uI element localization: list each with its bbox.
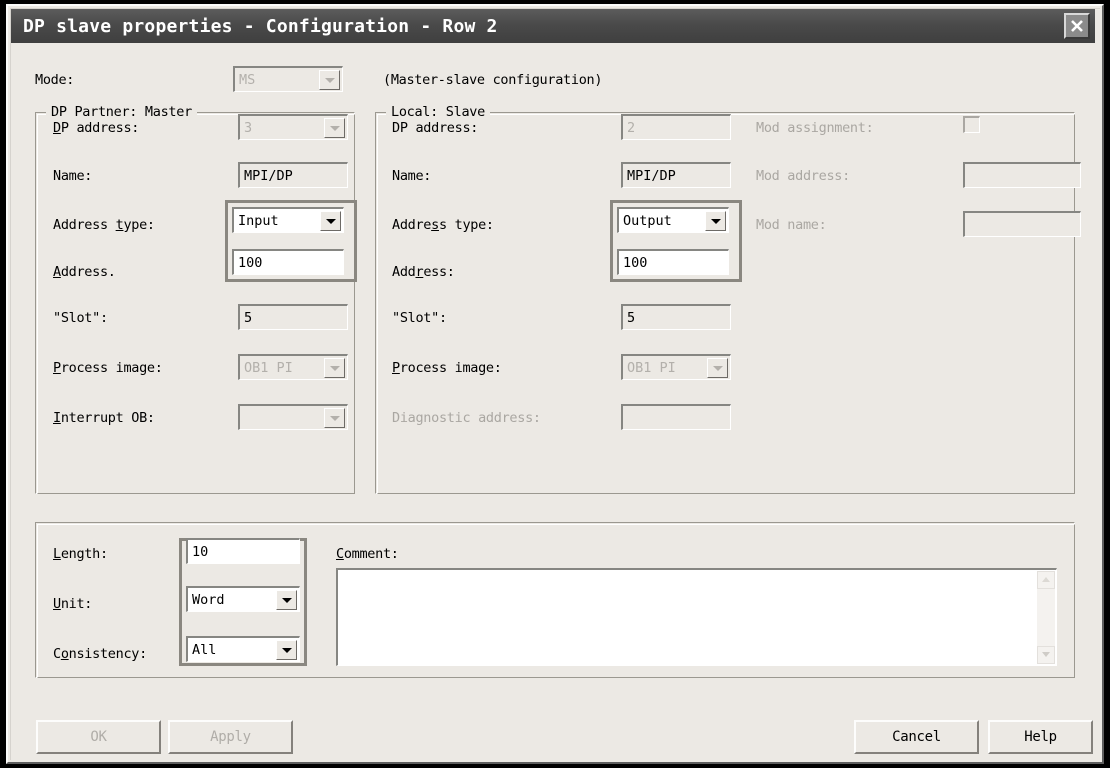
master-dp-address-label: DP address: <box>53 120 140 136</box>
slave-process-image-combo: OB1 PI <box>621 354 731 380</box>
master-process-image-combo: OB1 PI <box>238 354 348 380</box>
unit-label: Unit: <box>53 596 93 612</box>
slave-name-value: MPI/DP <box>627 168 676 184</box>
master-process-image-label: Process image: <box>53 360 163 376</box>
help-button[interactable]: Help <box>988 720 1093 754</box>
slave-address-type-label: Address type: <box>392 217 494 233</box>
mod-assignment-label: Mod assignment: <box>756 120 874 136</box>
master-name-value: MPI/DP <box>244 168 293 184</box>
master-dp-address-value: 3 <box>244 120 253 136</box>
slave-address-field[interactable]: 100 <box>617 249 729 275</box>
consistency-label: Consistency: <box>53 646 147 662</box>
mod-name-field <box>963 211 1081 237</box>
slave-name-label: Name: <box>392 168 432 184</box>
scroll-up-icon[interactable] <box>1037 571 1055 589</box>
mode-combo: MS <box>233 66 343 92</box>
close-button[interactable] <box>1064 13 1090 39</box>
window-title: DP slave properties - Configuration - Ro… <box>23 16 498 37</box>
slave-name-field[interactable]: MPI/DP <box>621 162 731 188</box>
master-name-label: Name: <box>53 168 93 184</box>
cancel-button[interactable]: Cancel <box>854 720 979 754</box>
master-address-field[interactable]: 100 <box>232 249 344 275</box>
chevron-down-icon <box>324 358 345 378</box>
master-address-type-value: Input <box>238 213 279 229</box>
scroll-down-icon[interactable] <box>1037 646 1055 664</box>
slave-dp-address-value: 2 <box>627 120 636 136</box>
mod-address-label: Mod address: <box>756 168 850 184</box>
slave-process-image-label: Process image: <box>392 360 502 376</box>
master-interrupt-ob-label: Interrupt OB: <box>53 410 155 426</box>
chevron-down-icon <box>319 70 340 90</box>
consistency-combo[interactable]: All <box>186 636 300 662</box>
comment-scrollbar[interactable] <box>1037 571 1055 664</box>
mode-hint-text: (Master-slave configuration) <box>383 72 603 88</box>
dialog-client-area: Mode: MS (Master-slave configuration) DP… <box>11 44 1095 755</box>
slave-address-label: Address: <box>392 264 455 280</box>
slave-diagnostic-address-label: Diagnostic address: <box>392 410 541 426</box>
length-field[interactable]: 10 <box>186 538 300 564</box>
slave-slot-label: "Slot": <box>392 310 447 326</box>
chevron-down-icon[interactable] <box>276 590 297 610</box>
ok-button: OK <box>36 720 161 754</box>
slave-address-type-value: Output <box>623 213 672 229</box>
slave-slot-value: 5 <box>627 310 636 326</box>
chevron-down-icon <box>707 358 728 378</box>
slave-dp-address-field: 2 <box>621 114 731 140</box>
chevron-down-icon[interactable] <box>276 640 297 660</box>
mode-label: Mode: <box>35 72 75 88</box>
unit-value: Word <box>192 592 225 608</box>
length-value: 10 <box>192 544 209 560</box>
length-label: Length: <box>53 546 108 562</box>
consistency-value: All <box>192 642 217 658</box>
dp-slave-properties-dialog: DP slave properties - Configuration - Ro… <box>6 4 1104 764</box>
slave-diagnostic-address-field <box>621 404 731 430</box>
mod-address-field <box>963 162 1081 188</box>
unit-combo[interactable]: Word <box>186 586 300 612</box>
master-interrupt-ob-combo <box>238 404 348 430</box>
title-bar: DP slave properties - Configuration - Ro… <box>11 9 1095 43</box>
slave-slot-field[interactable]: 5 <box>621 304 731 330</box>
chevron-down-icon <box>324 118 345 138</box>
slave-address-value: 100 <box>623 255 648 271</box>
master-address-value: 100 <box>238 255 263 271</box>
comment-textarea[interactable] <box>336 568 1057 666</box>
master-dp-address-combo: 3 <box>238 114 348 140</box>
local-slave-group-title: Local: Slave <box>386 104 490 120</box>
mode-combo-value: MS <box>239 72 256 88</box>
master-slot-field[interactable]: 5 <box>238 304 348 330</box>
mod-assignment-checkbox <box>963 116 980 133</box>
master-address-type-combo[interactable]: Input <box>232 207 344 233</box>
master-slot-label: "Slot": <box>53 310 108 326</box>
slave-address-type-combo[interactable]: Output <box>617 207 729 233</box>
dp-partner-master-group-title: DP Partner: Master <box>46 104 197 120</box>
master-slot-value: 5 <box>244 310 253 326</box>
apply-button: Apply <box>168 720 293 754</box>
chevron-down-icon[interactable] <box>705 211 726 231</box>
chevron-down-icon[interactable] <box>320 211 341 231</box>
slave-dp-address-label: DP address: <box>392 120 479 136</box>
master-address-type-label: Address type: <box>53 217 155 233</box>
master-address-label: Address. <box>53 264 116 280</box>
master-name-field[interactable]: MPI/DP <box>238 162 348 188</box>
master-process-image-value: OB1 PI <box>244 360 293 376</box>
close-icon <box>1071 20 1083 32</box>
slave-process-image-value: OB1 PI <box>627 360 676 376</box>
chevron-down-icon <box>324 408 345 428</box>
comment-label: Comment: <box>336 546 399 562</box>
mod-name-label: Mod name: <box>756 217 827 233</box>
